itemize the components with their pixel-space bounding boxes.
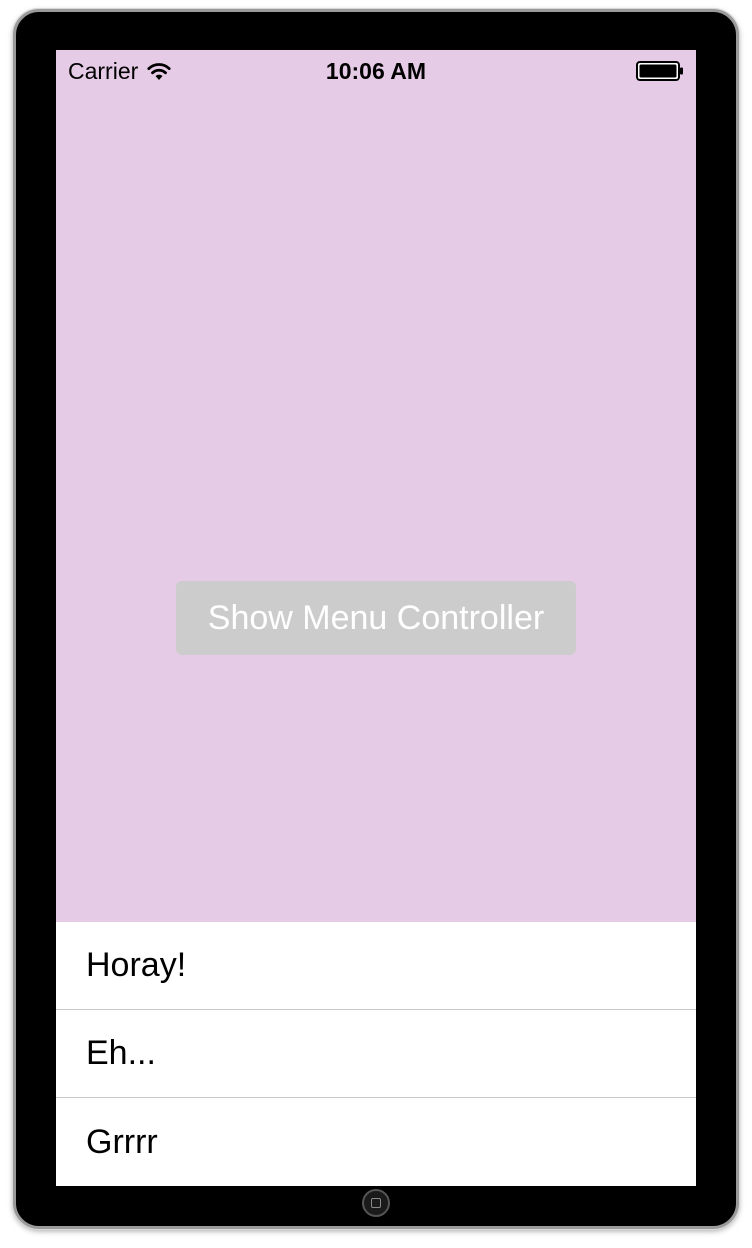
status-time: 10:06 AM xyxy=(325,58,427,84)
status-bar: Carrier 10:06 AM xyxy=(56,50,696,90)
list-item-eh[interactable]: Eh... xyxy=(56,1010,696,1098)
list-item-horay[interactable]: Horay! xyxy=(56,922,696,1010)
home-button[interactable] xyxy=(362,1189,390,1217)
app-screen: Carrier 10:06 AM Show Menu Controller Ho… xyxy=(56,50,696,1186)
list-item-grrrr[interactable]: Grrrr xyxy=(56,1098,696,1186)
battery-icon xyxy=(636,61,683,81)
options-list: Horay! Eh... Grrrr xyxy=(56,922,696,1186)
show-menu-controller-button[interactable]: Show Menu Controller xyxy=(176,581,576,655)
home-button-icon xyxy=(371,1198,381,1208)
